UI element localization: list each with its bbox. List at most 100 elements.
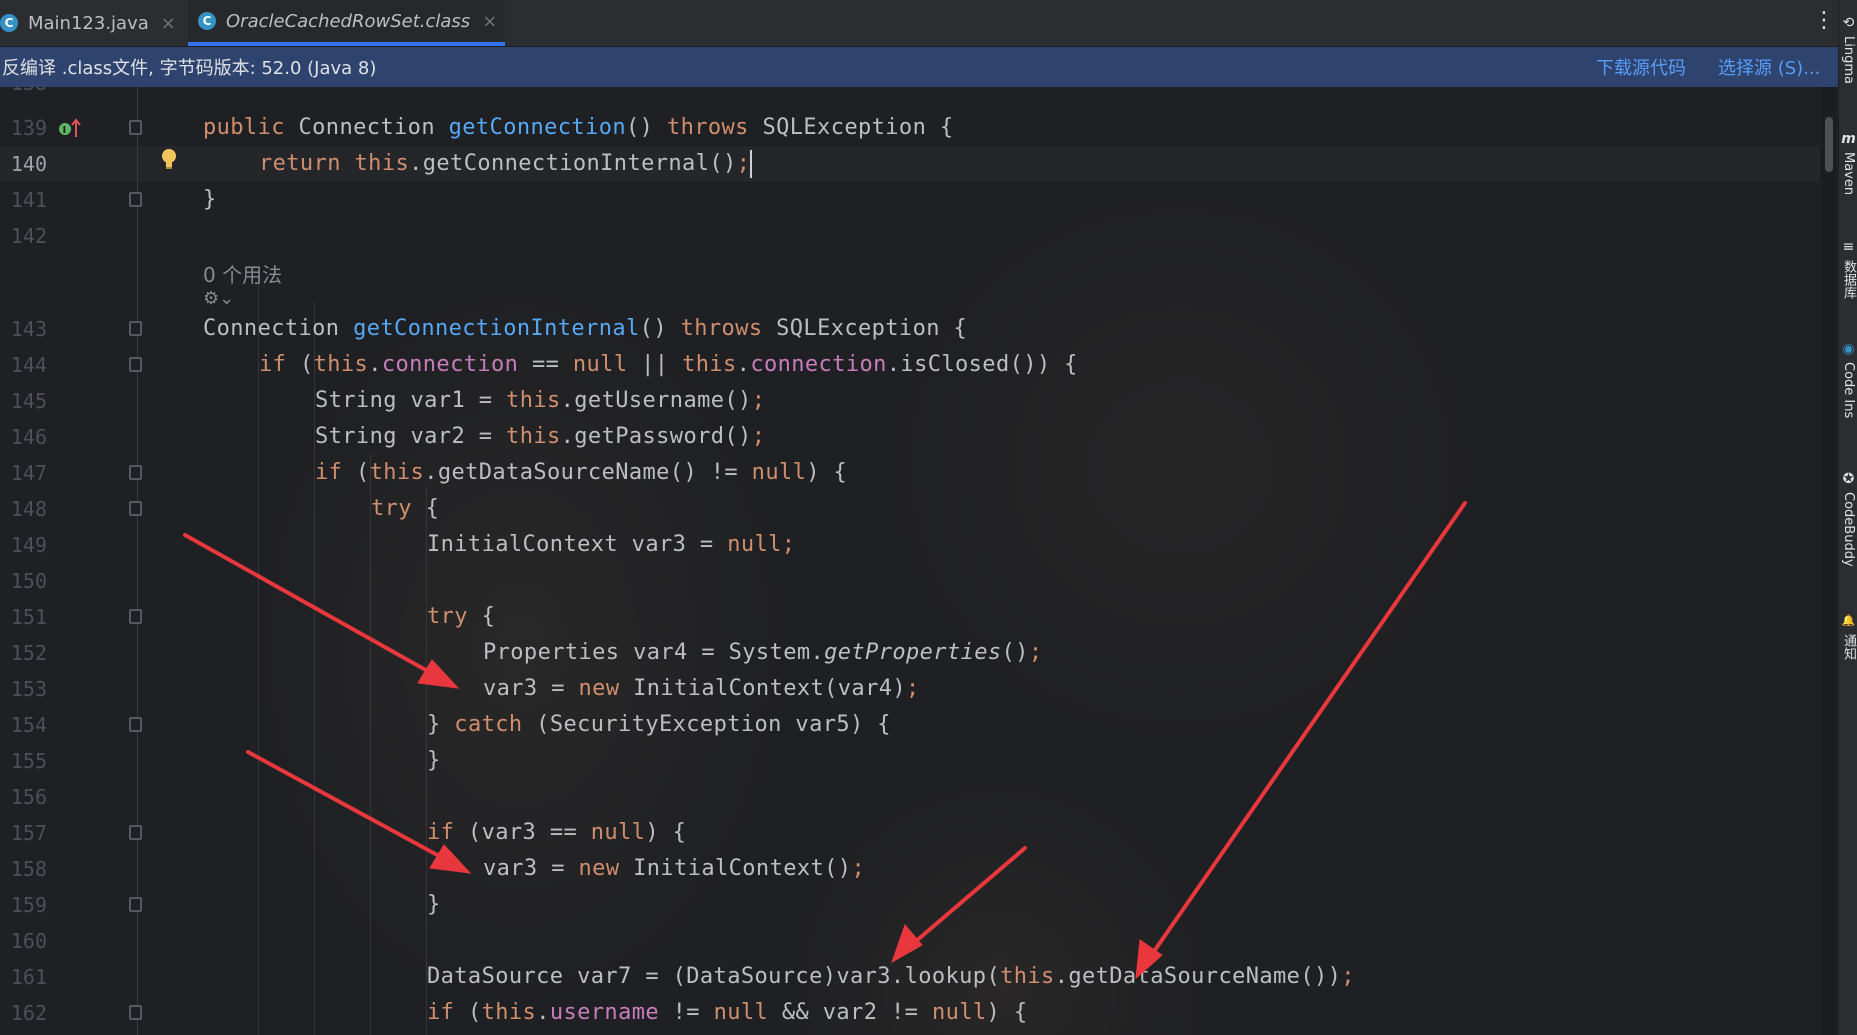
tool-window-maven[interactable]: m Maven xyxy=(1839,130,1857,195)
tool-window-lingma[interactable]: ⟲ Lingma xyxy=(1839,14,1857,84)
lightbulb-icon[interactable] xyxy=(160,147,176,169)
code-line: 142 xyxy=(0,218,1820,254)
decompiled-notice-banner: 反编译 .class文件, 字节码版本: 52.0 (Java 8) 下载源代码… xyxy=(0,47,1838,87)
line-number: 158 xyxy=(10,857,47,881)
right-tool-window-bar: ⟲ Lingma m Maven ≡ 数据库 ◉ Code Ins ✪ Code… xyxy=(1838,0,1857,1035)
vertical-scrollbar-thumb[interactable] xyxy=(1825,117,1833,172)
tool-window-label: Lingma xyxy=(1841,36,1856,84)
fold-marker[interactable] xyxy=(129,321,142,336)
code-line: 154 } catch (SecurityException var5) { xyxy=(0,707,1820,743)
fold-marker[interactable] xyxy=(129,465,142,480)
code-line: 153 var3 = new InitialContext(var4); xyxy=(0,671,1820,707)
line-number: 147 xyxy=(10,461,47,485)
vertical-scrollbar-track[interactable] xyxy=(1822,87,1836,1035)
line-number: 139 xyxy=(10,116,47,140)
line-number: 161 xyxy=(10,965,47,989)
fold-marker[interactable] xyxy=(129,897,142,912)
line-number: 159 xyxy=(10,893,47,917)
code-line: 156 xyxy=(0,779,1820,815)
code-text: var3 = new InitialContext(var4); xyxy=(483,676,920,701)
codebuddy-icon: ✪ xyxy=(1842,471,1855,487)
usages-inlay-hint[interactable]: 0 个用法 xyxy=(203,259,282,288)
fold-marker[interactable] xyxy=(129,717,142,732)
line-number: 141 xyxy=(10,188,47,212)
line-number: 145 xyxy=(10,389,47,413)
more-options-icon[interactable]: ⋮ xyxy=(1813,10,1835,32)
choose-source-link[interactable]: 选择源 (S)... xyxy=(1718,54,1820,80)
code-line: 148 try { xyxy=(0,491,1820,527)
code-line: 150 xyxy=(0,563,1820,599)
code-text: } xyxy=(427,748,441,773)
code-text: String var1 = this.getUsername(); xyxy=(315,388,766,413)
fold-marker[interactable] xyxy=(129,192,142,207)
code-text: public Connection getConnection() throws… xyxy=(203,115,954,140)
bell-icon: 🔔 xyxy=(1841,614,1856,627)
implements-override-icon[interactable]: I xyxy=(58,117,82,144)
fold-marker[interactable] xyxy=(129,120,142,135)
line-number: 143 xyxy=(10,317,47,341)
maven-icon: m xyxy=(1841,131,1856,147)
svg-text:I: I xyxy=(63,125,67,136)
code-text: if (var3 == null) { xyxy=(427,820,687,845)
fold-marker[interactable] xyxy=(129,357,142,372)
code-line: 160 xyxy=(0,923,1820,959)
line-number: 142 xyxy=(10,224,47,248)
code-line: 140 return this.getConnectionInternal(); xyxy=(0,146,1820,182)
java-class-icon: C xyxy=(0,14,18,32)
tool-window-label: 通知 xyxy=(1841,634,1856,660)
code-line: 158 var3 = new InitialContext(); xyxy=(0,851,1820,887)
tab-oraclecachedrowset-class[interactable]: C OracleCachedRowSet.class × xyxy=(188,0,506,46)
tool-window-code-ins[interactable]: ◉ Code Ins xyxy=(1839,340,1857,418)
fold-marker[interactable] xyxy=(129,825,142,840)
line-number: 156 xyxy=(10,785,47,809)
code-text: } catch (SecurityException var5) { xyxy=(427,712,891,737)
code-text: String var2 = this.getPassword(); xyxy=(315,424,766,449)
code-text: if (this.getDataSourceName() != null) { xyxy=(315,460,848,485)
fold-marker[interactable] xyxy=(129,1005,142,1020)
line-number: 146 xyxy=(10,425,47,449)
code-line: 152 Properties var4 = System.getProperti… xyxy=(0,635,1820,671)
close-tab-icon[interactable]: × xyxy=(482,11,497,32)
code-text: InitialContext var3 = null; xyxy=(427,532,796,557)
code-text: try { xyxy=(427,604,496,629)
code-text: if (this.connection == null || this.conn… xyxy=(259,352,1078,377)
code-text: return this.getConnectionInternal(); xyxy=(259,150,753,178)
code-line: 147 if (this.getDataSourceName() != null… xyxy=(0,455,1820,491)
code-editor[interactable]: 138 139 I public Connection getConnectio… xyxy=(0,87,1838,1035)
code-line: 138 xyxy=(0,87,1820,101)
lingma-icon: ⟲ xyxy=(1842,15,1855,31)
code-text: } xyxy=(203,187,217,212)
decompiled-message: 反编译 .class文件, 字节码版本: 52.0 (Java 8) xyxy=(2,58,377,79)
close-tab-icon[interactable]: × xyxy=(161,13,176,34)
fold-marker[interactable] xyxy=(129,609,142,624)
database-icon: ≡ xyxy=(1842,239,1855,255)
code-line: 149 InitialContext var3 = null; xyxy=(0,527,1820,563)
line-number: 151 xyxy=(10,605,47,629)
tool-window-label: CodeBuddy xyxy=(1841,492,1856,567)
download-source-link[interactable]: 下载源代码 xyxy=(1596,54,1686,80)
code-line: 155 } xyxy=(0,743,1820,779)
tool-window-database[interactable]: ≡ 数据库 xyxy=(1839,238,1857,299)
code-text: } xyxy=(427,892,441,917)
tool-window-codebuddy[interactable]: ✪ CodeBuddy xyxy=(1839,470,1857,567)
fold-marker[interactable] xyxy=(129,501,142,516)
line-number: 150 xyxy=(10,569,47,593)
code-line: 151 try { xyxy=(0,599,1820,635)
line-number: 160 xyxy=(10,929,47,953)
line-number: 152 xyxy=(10,641,47,665)
line-number: 153 xyxy=(10,677,47,701)
line-number: 140 xyxy=(10,152,47,176)
code-line: 161 DataSource var7 = (DataSource)var3.l… xyxy=(0,959,1820,995)
editor-tab-bar: C Main123.java × C OracleCachedRowSet.cl… xyxy=(0,0,1838,47)
tab-label: OracleCachedRowSet.class xyxy=(226,10,471,32)
code-text: DataSource var7 = (DataSource)var3.looku… xyxy=(427,964,1355,989)
tool-window-notifications[interactable]: 🔔 通知 xyxy=(1839,612,1857,660)
code-text: Properties var4 = System.getProperties()… xyxy=(483,640,1043,665)
code-line: 157 if (var3 == null) { xyxy=(0,815,1820,851)
code-ins-icon: ◉ xyxy=(1842,341,1855,357)
tab-main123-java[interactable]: C Main123.java × xyxy=(0,0,176,46)
hint-actions-icon[interactable]: ⚙⌄ xyxy=(203,288,234,309)
line-number: 157 xyxy=(10,821,47,845)
line-number: 154 xyxy=(10,713,47,737)
code-text: Connection getConnectionInternal() throw… xyxy=(203,316,968,341)
